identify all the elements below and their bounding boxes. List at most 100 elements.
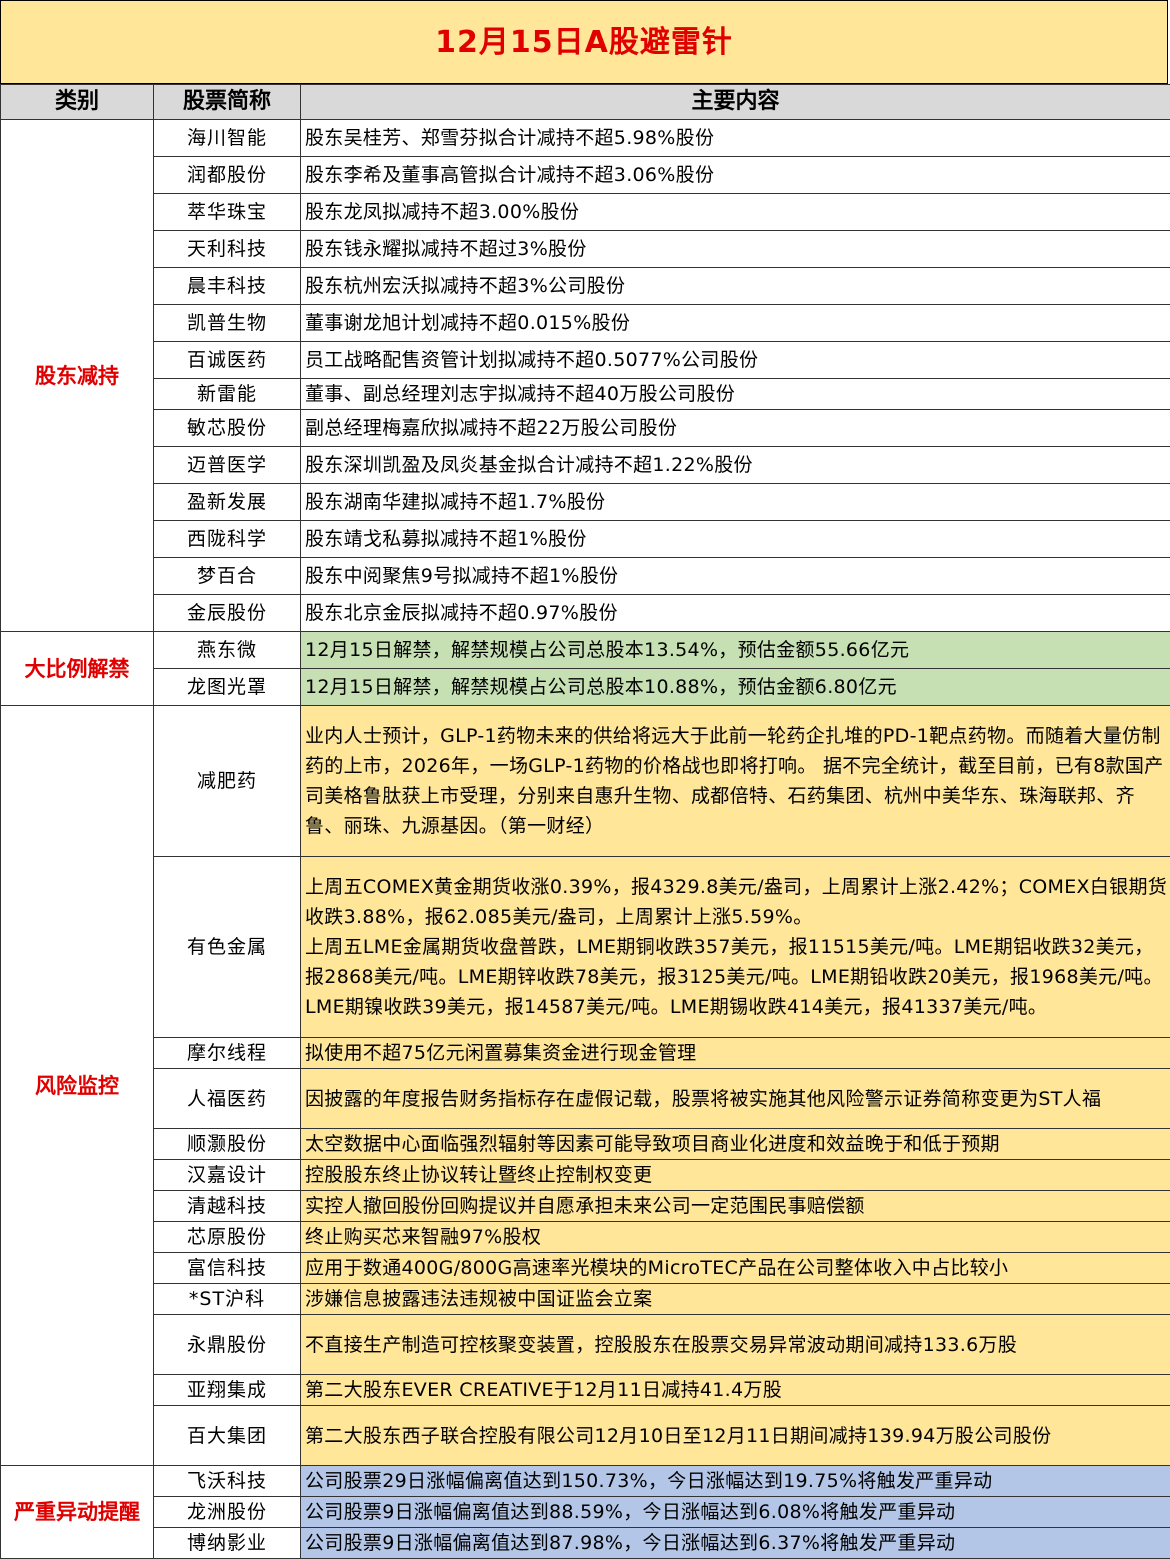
content-cell: 拟使用不超75亿元闲置募集资金进行现金管理: [301, 1038, 1170, 1069]
content-cell: 公司股票29日涨幅偏离值达到150.73%，今日涨幅达到19.75%将触发严重异…: [301, 1466, 1170, 1497]
page-title: 12月15日A股避雷针: [0, 0, 1168, 84]
content-cell: 股东杭州宏沃拟减持不超3%公司股份: [301, 268, 1170, 305]
content-cell: 不直接生产制造可控核聚变装置，控股股东在股票交易异常波动期间减持133.6万股: [301, 1315, 1170, 1375]
stock-name: 富信科技: [154, 1253, 301, 1284]
stock-name: 飞沃科技: [154, 1466, 301, 1497]
content-cell: 股东北京金辰拟减持不超0.97%股份: [301, 595, 1170, 632]
table-row: 西陇科学 股东靖戈私募拟减持不超1%股份: [1, 521, 1170, 558]
stock-name: 百诚医药: [154, 342, 301, 379]
table-row: 人福医药 因披露的年度报告财务指标存在虚假记载，股票将被实施其他风险警示证券简称…: [1, 1069, 1170, 1129]
stock-name: 萃华珠宝: [154, 194, 301, 231]
stock-name: 顺灏股份: [154, 1129, 301, 1160]
content-cell: 第二大股东EVER CREATIVE于12月11日减持41.4万股: [301, 1375, 1170, 1406]
stock-name: 燕东微: [154, 632, 301, 669]
header-stock-name: 股票简称: [154, 85, 301, 120]
content-cell: 副总经理梅嘉欣拟减持不超22万股公司股份: [301, 410, 1170, 447]
content-cell: 董事、副总经理刘志宇拟减持不超40万股公司股份: [301, 379, 1170, 410]
stock-name: 西陇科学: [154, 521, 301, 558]
stock-warning-table: 类别 股票简称 主要内容 股东减持 海川智能 股东吴桂芳、郑雪芬拟合计减持不超5…: [0, 84, 1170, 1559]
content-paragraph: 上周五LME金属期货收盘普跌，LME期铜收跌357美元，报11515美元/吨。L…: [305, 932, 1168, 1022]
table-row: 股东减持 海川智能 股东吴桂芳、郑雪芬拟合计减持不超5.98%股份: [1, 120, 1170, 157]
stock-name: 新雷能: [154, 379, 301, 410]
stock-name: 亚翔集成: [154, 1375, 301, 1406]
table-row: 富信科技 应用于数通400G/800G高速率光模块的MicroTEC产品在公司整…: [1, 1253, 1170, 1284]
content-cell: 公司股票9日涨幅偏离值达到87.98%，今日涨幅达到6.37%将触发严重异动: [301, 1528, 1170, 1559]
category-unlock: 大比例解禁: [1, 632, 154, 706]
stock-name: 汉嘉设计: [154, 1160, 301, 1191]
header-main-content: 主要内容: [301, 85, 1170, 120]
table-row: 顺灏股份 太空数据中心面临强烈辐射等因素可能导致项目商业化进度和效益晚于和低于预…: [1, 1129, 1170, 1160]
table-row: 梦百合 股东中阅聚焦9号拟减持不超1%股份: [1, 558, 1170, 595]
content-cell: 12月15日解禁，解禁规模占公司总股本13.54%，预估金额55.66亿元: [301, 632, 1170, 669]
content-paragraph: 上周五COMEX黄金期货收涨0.39%，报4329.8美元/盎司，上周累计上涨2…: [305, 872, 1168, 932]
category-risk: 风险监控: [1, 706, 154, 1466]
table-row: 百大集团 第二大股东西子联合控股有限公司12月10日至12月11日期间减持139…: [1, 1406, 1170, 1466]
table-row: 博纳影业 公司股票9日涨幅偏离值达到87.98%，今日涨幅达到6.37%将触发严…: [1, 1528, 1170, 1559]
stock-name: 摩尔线程: [154, 1038, 301, 1069]
table-row: 龙图光罩 12月15日解禁，解禁规模占公司总股本10.88%，预估金额6.80亿…: [1, 669, 1170, 706]
table-row: 摩尔线程 拟使用不超75亿元闲置募集资金进行现金管理: [1, 1038, 1170, 1069]
content-cell: 业内人士预计，GLP-1药物未来的供给将远大于此前一轮药企扎堆的PD-1靶点药物…: [301, 706, 1170, 857]
content-cell: 股东李希及董事高管拟合计减持不超3.06%股份: [301, 157, 1170, 194]
content-cell: 股东靖戈私募拟减持不超1%股份: [301, 521, 1170, 558]
stock-name: 百大集团: [154, 1406, 301, 1466]
category-abnormal: 严重异动提醒: [1, 1466, 154, 1559]
content-cell: 公司股票9日涨幅偏离值达到88.59%，今日涨幅达到6.08%将触发严重异动: [301, 1497, 1170, 1528]
stock-name: 博纳影业: [154, 1528, 301, 1559]
content-cell: 实控人撤回股份回购提议并自愿承担未来公司一定范围民事赔偿额: [301, 1191, 1170, 1222]
stock-name: 有色金属: [154, 857, 301, 1038]
content-cell: 第二大股东西子联合控股有限公司12月10日至12月11日期间减持139.94万股…: [301, 1406, 1170, 1466]
stock-name: 金辰股份: [154, 595, 301, 632]
category-holder-reduce: 股东减持: [1, 120, 154, 632]
content-cell: 终止购买芯来智融97%股权: [301, 1222, 1170, 1253]
content-cell: 员工战略配售资管计划拟减持不超0.5077%公司股份: [301, 342, 1170, 379]
content-cell: 控股股东终止协议转让暨终止控制权变更: [301, 1160, 1170, 1191]
table-row: 天利科技 股东钱永耀拟减持不超过3%股份: [1, 231, 1170, 268]
table-row: 凯普生物 董事谢龙旭计划减持不超0.015%股份: [1, 305, 1170, 342]
table-row: 敏芯股份 副总经理梅嘉欣拟减持不超22万股公司股份: [1, 410, 1170, 447]
content-cell: 12月15日解禁，解禁规模占公司总股本10.88%，预估金额6.80亿元: [301, 669, 1170, 706]
table-row: 严重异动提醒 飞沃科技 公司股票29日涨幅偏离值达到150.73%，今日涨幅达到…: [1, 1466, 1170, 1497]
content-cell: 股东龙凤拟减持不超3.00%股份: [301, 194, 1170, 231]
table-row: 新雷能 董事、副总经理刘志宇拟减持不超40万股公司股份: [1, 379, 1170, 410]
table-row: 风险监控 减肥药 业内人士预计，GLP-1药物未来的供给将远大于此前一轮药企扎堆…: [1, 706, 1170, 857]
content-cell: 股东吴桂芳、郑雪芬拟合计减持不超5.98%股份: [301, 120, 1170, 157]
stock-name: 盈新发展: [154, 484, 301, 521]
table-row: 清越科技 实控人撤回股份回购提议并自愿承担未来公司一定范围民事赔偿额: [1, 1191, 1170, 1222]
content-cell: 股东钱永耀拟减持不超过3%股份: [301, 231, 1170, 268]
table-row: 晨丰科技 股东杭州宏沃拟减持不超3%公司股份: [1, 268, 1170, 305]
content-cell: 因披露的年度报告财务指标存在虚假记载，股票将被实施其他风险警示证券简称变更为ST…: [301, 1069, 1170, 1129]
stock-name: 永鼎股份: [154, 1315, 301, 1375]
table-row: 永鼎股份 不直接生产制造可控核聚变装置，控股股东在股票交易异常波动期间减持133…: [1, 1315, 1170, 1375]
table-row: *ST沪科 涉嫌信息披露违法违规被中国证监会立案: [1, 1284, 1170, 1315]
table-row: 汉嘉设计 控股股东终止协议转让暨终止控制权变更: [1, 1160, 1170, 1191]
stock-name: 晨丰科技: [154, 268, 301, 305]
table-row: 有色金属 上周五COMEX黄金期货收涨0.39%，报4329.8美元/盎司，上周…: [1, 857, 1170, 1038]
stock-name: 梦百合: [154, 558, 301, 595]
stock-name: 天利科技: [154, 231, 301, 268]
content-cell: 太空数据中心面临强烈辐射等因素可能导致项目商业化进度和效益晚于和低于预期: [301, 1129, 1170, 1160]
stock-name: 清越科技: [154, 1191, 301, 1222]
stock-name: 海川智能: [154, 120, 301, 157]
stock-name: 润都股份: [154, 157, 301, 194]
content-cell: 应用于数通400G/800G高速率光模块的MicroTEC产品在公司整体收入中占…: [301, 1253, 1170, 1284]
stock-name: 迈普医学: [154, 447, 301, 484]
stock-name: 龙洲股份: [154, 1497, 301, 1528]
stock-name: 敏芯股份: [154, 410, 301, 447]
content-cell: 董事谢龙旭计划减持不超0.015%股份: [301, 305, 1170, 342]
stock-name: 减肥药: [154, 706, 301, 857]
content-cell: 股东湖南华建拟减持不超1.7%股份: [301, 484, 1170, 521]
table-header-row: 类别 股票简称 主要内容: [1, 85, 1170, 120]
content-cell: 股东中阅聚焦9号拟减持不超1%股份: [301, 558, 1170, 595]
table-row: 亚翔集成 第二大股东EVER CREATIVE于12月11日减持41.4万股: [1, 1375, 1170, 1406]
table-row: 金辰股份 股东北京金辰拟减持不超0.97%股份: [1, 595, 1170, 632]
content-cell: 上周五COMEX黄金期货收涨0.39%，报4329.8美元/盎司，上周累计上涨2…: [301, 857, 1170, 1038]
content-cell: 股东深圳凯盈及凤炎基金拟合计减持不超1.22%股份: [301, 447, 1170, 484]
stock-name: 凯普生物: [154, 305, 301, 342]
header-category: 类别: [1, 85, 154, 120]
table-row: 润都股份 股东李希及董事高管拟合计减持不超3.06%股份: [1, 157, 1170, 194]
stock-name: *ST沪科: [154, 1284, 301, 1315]
table-row: 芯原股份 终止购买芯来智融97%股权: [1, 1222, 1170, 1253]
content-cell: 涉嫌信息披露违法违规被中国证监会立案: [301, 1284, 1170, 1315]
stock-name: 芯原股份: [154, 1222, 301, 1253]
